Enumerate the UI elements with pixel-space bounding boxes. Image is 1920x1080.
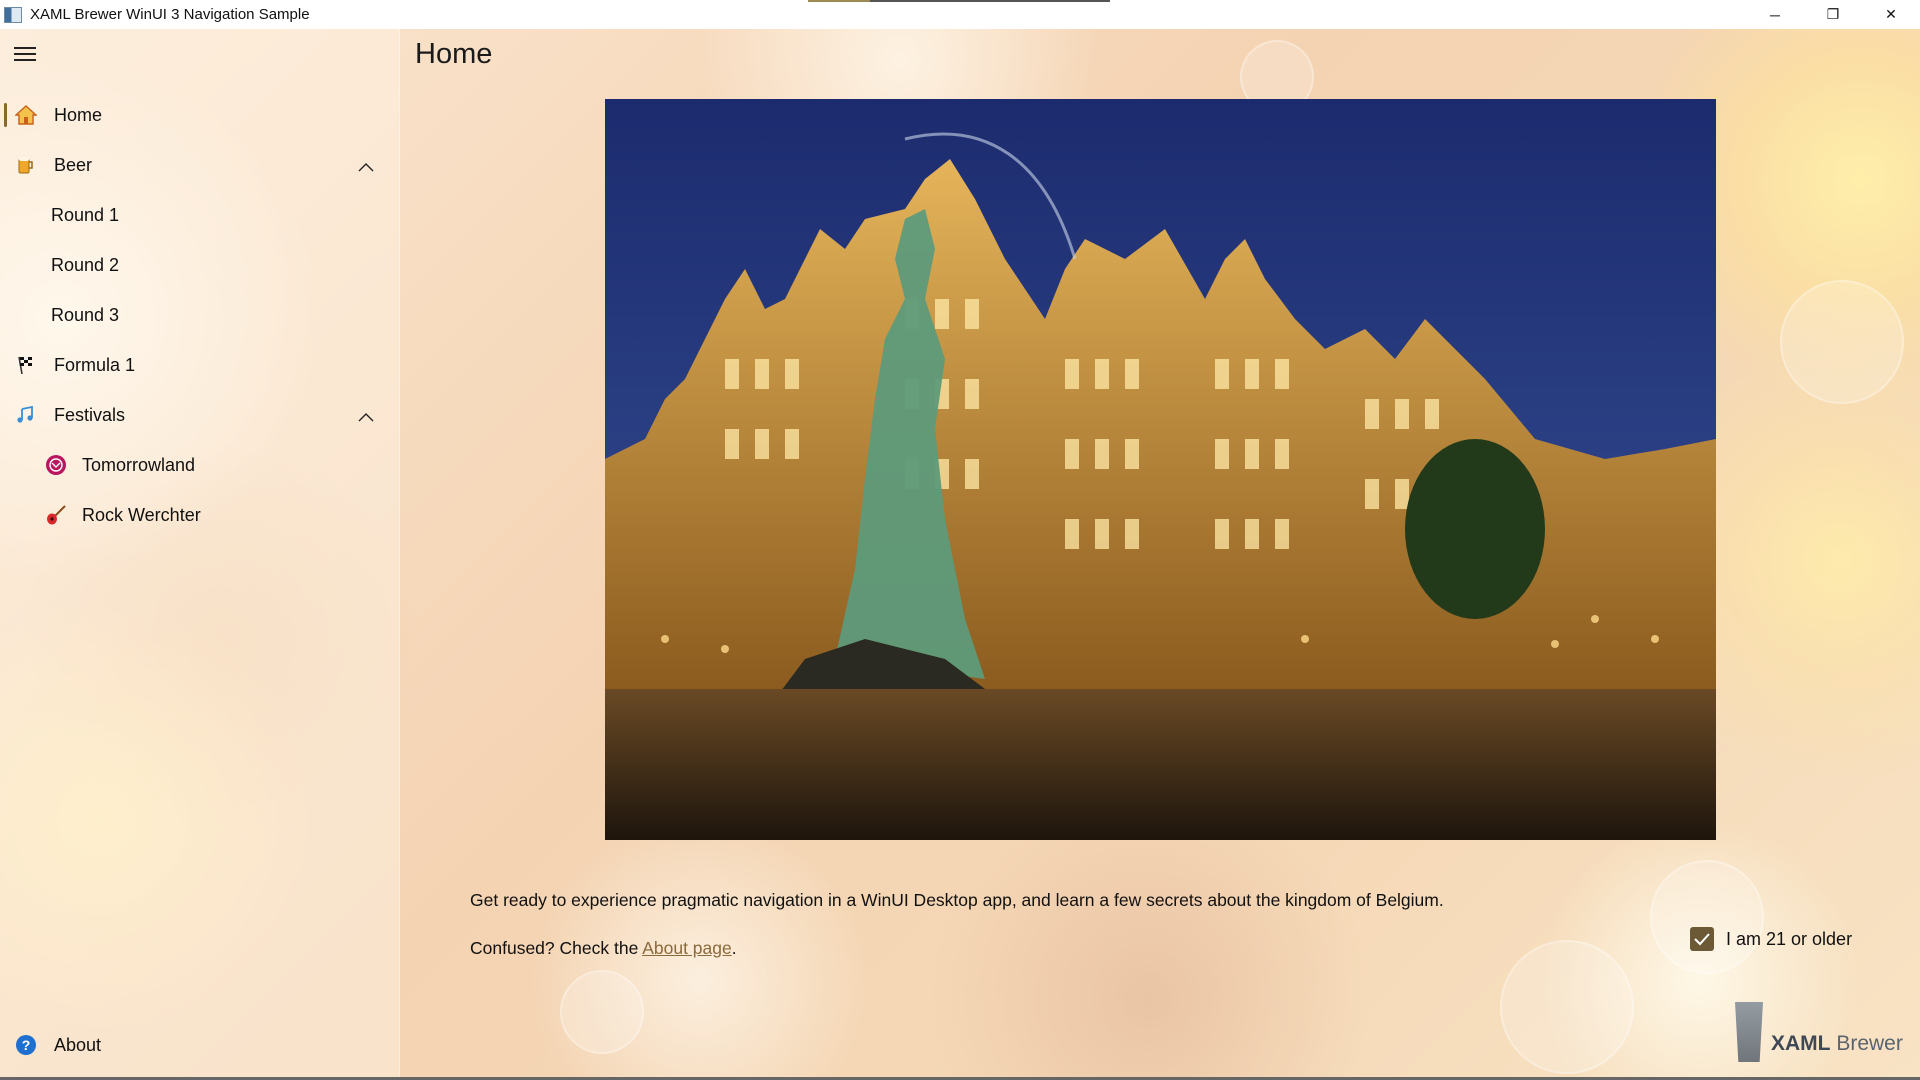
grote-markt-photo: [605, 99, 1716, 840]
maximize-button[interactable]: ❐: [1804, 0, 1862, 29]
house-icon: [14, 103, 38, 127]
nav-label-formula-1: Formula 1: [54, 354, 136, 375]
chevron-up-icon[interactable]: [358, 406, 374, 427]
age-checkbox[interactable]: I am 21 or older: [1690, 927, 1852, 951]
title-bar: XAML Brewer WinUI 3 Navigation Sample ─ …: [0, 0, 1920, 29]
nav-label-round-2: Round 2: [51, 254, 120, 275]
caption-buttons: ─ ❐ ✕: [1746, 0, 1920, 29]
nav-item-formula-1[interactable]: Formula 1: [4, 342, 394, 388]
nav-item-rock-werchter[interactable]: Rock Werchter: [4, 492, 394, 538]
guitar-icon: [44, 503, 68, 527]
brand-rest: Brewer: [1830, 1032, 1903, 1055]
checkered-flag-icon: [14, 353, 38, 377]
nav-item-round-1[interactable]: Round 1: [4, 192, 394, 238]
nav-label-tomorrowland: Tomorrowland: [82, 454, 196, 475]
page-title: Home: [415, 38, 493, 70]
about-page-link[interactable]: About page: [642, 938, 732, 958]
nav-item-round-3[interactable]: Round 3: [4, 292, 394, 338]
brand-bold: XAML: [1771, 1032, 1831, 1055]
navigation-pane: Home Beer Round 1 Round 2 Round 3 Formul…: [0, 29, 400, 1080]
nav-label-home: Home: [54, 104, 103, 125]
window-title: XAML Brewer WinUI 3 Navigation Sample: [30, 6, 310, 23]
xaml-brewer-logo: XAML Brewer: [1735, 1002, 1903, 1062]
nav-label-round-3: Round 3: [51, 304, 120, 325]
brand-text: XAML Brewer: [1771, 1032, 1903, 1062]
confused-prefix: Confused? Check the: [470, 938, 643, 958]
confused-suffix: .: [731, 938, 737, 958]
nav-item-about[interactable]: ? About: [4, 1022, 394, 1068]
title-drag-indicator: [808, 0, 1110, 2]
chevron-up-icon[interactable]: [358, 156, 374, 177]
music-notes-icon: [14, 403, 38, 427]
nav-item-round-2[interactable]: Round 2: [4, 242, 394, 288]
nav-label-festivals: Festivals: [54, 404, 126, 425]
help-icon: ?: [14, 1033, 38, 1057]
beer-glass-icon: [1735, 1002, 1763, 1062]
close-button[interactable]: ✕: [1862, 0, 1920, 29]
selection-indicator: [4, 103, 7, 127]
age-checkbox-label: I am 21 or older: [1726, 928, 1853, 949]
nav-label-rock-werchter: Rock Werchter: [82, 504, 201, 525]
nav-label-about: About: [54, 1034, 102, 1055]
intro-text: Get ready to experience pragmatic naviga…: [470, 890, 1444, 910]
minimize-button[interactable]: ─: [1746, 0, 1804, 29]
nav-item-beer[interactable]: Beer: [4, 142, 394, 188]
hamburger-icon[interactable]: [14, 47, 36, 65]
app-icon: [4, 6, 22, 23]
checkmark-icon: [1694, 933, 1710, 946]
nav-item-home[interactable]: Home: [4, 92, 394, 138]
nav-label-round-1: Round 1: [51, 204, 120, 225]
nav-item-tomorrowland[interactable]: Tomorrowland: [4, 442, 394, 488]
checkbox-box[interactable]: [1690, 927, 1714, 951]
svg-text:?: ?: [22, 1037, 31, 1053]
confused-text: Confused? Check the About page.: [470, 938, 737, 959]
beer-mug-icon: [14, 153, 38, 177]
nav-item-festivals[interactable]: Festivals: [4, 392, 394, 438]
nav-label-beer: Beer: [54, 154, 93, 175]
tomorrowland-icon: [44, 453, 68, 477]
